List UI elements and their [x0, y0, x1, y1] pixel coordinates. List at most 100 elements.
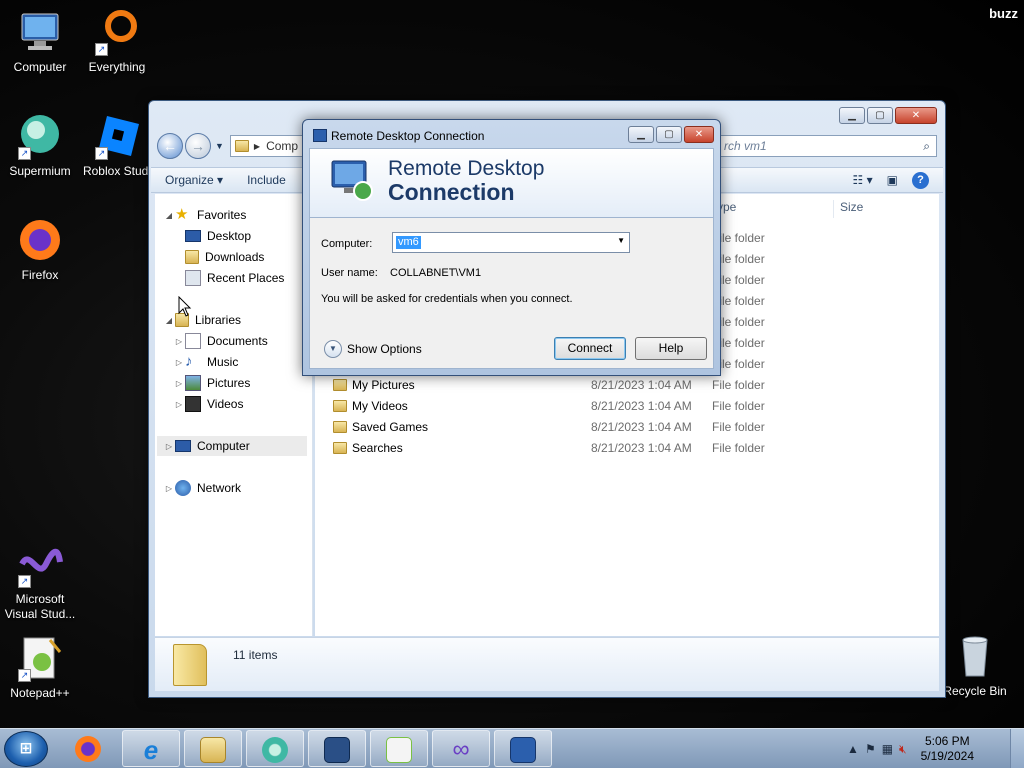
shortcut-arrow-icon: ↗ [18, 669, 31, 682]
taskbar-firefox[interactable] [60, 730, 118, 767]
shortcut-arrow-icon: ↗ [18, 575, 31, 588]
nav-label: Pictures [207, 376, 251, 390]
expand-arrow-icon[interactable]: ▷ [173, 379, 185, 388]
windows-logo-icon: ⊞ [19, 740, 33, 757]
folder-icon [333, 400, 347, 412]
remote-desktop-dialog[interactable]: Remote Desktop Connection ▁ ▢ ✕ Remote D… [302, 119, 721, 376]
desktop-icon-label: Roblox Studi [82, 164, 152, 178]
computer-icon [16, 8, 64, 56]
maximize-button[interactable]: ▢ [867, 107, 893, 124]
pictures-icon [185, 375, 201, 391]
shortcut-arrow-icon: ↗ [95, 147, 108, 160]
expand-arrow-icon[interactable]: ▷ [163, 442, 175, 451]
taskbar-notepad-plus-plus[interactable] [370, 730, 428, 767]
desktop-icon-label: Notepad++ [10, 686, 70, 700]
documents-icon [185, 333, 201, 349]
view-controls: ☷ ▾ ▣ ? [853, 171, 929, 189]
file-explorer-icon [200, 737, 226, 763]
close-button[interactable]: ✕ [895, 107, 937, 124]
search-box[interactable]: rch vm1 ⌕ [717, 135, 937, 157]
organize-button[interactable]: Organize ▾ [165, 173, 223, 187]
desktop-icon-computer[interactable]: Computer [0, 8, 80, 75]
close-button[interactable]: ✕ [684, 126, 714, 143]
table-row[interactable]: My Pictures 8/21/2023 1:04 AM File folder [333, 375, 939, 395]
column-header-size[interactable]: Size [833, 200, 863, 218]
nav-desktop[interactable]: Desktop [185, 226, 251, 246]
nav-network[interactable]: ▷ Network [163, 478, 241, 498]
expand-arrow-icon[interactable]: ▷ [173, 400, 185, 409]
desktop-icon-supermium[interactable]: ↗ Supermium [0, 112, 80, 179]
desktop-icon-firefox[interactable]: Firefox [0, 216, 80, 283]
expand-arrow-icon[interactable]: ▷ [163, 484, 175, 493]
search-icon[interactable]: ⌕ [923, 139, 930, 154]
network-status-icon[interactable]: ▦ [882, 742, 893, 756]
search-input[interactable]: rch vm1 [724, 139, 767, 153]
desktop-icon-recycle-bin[interactable]: Recycle Bin [935, 632, 1015, 699]
computer-input[interactable]: vm6 [396, 236, 421, 249]
taskbar-remote-desktop[interactable] [494, 730, 552, 767]
desktop-icon-notepad-plus-plus[interactable]: ↗ Notepad++ [0, 634, 80, 701]
table-row[interactable]: Searches 8/21/2023 1:04 AM File folder [333, 438, 939, 458]
nav-favorites[interactable]: ◢ ★ Favorites [163, 205, 246, 225]
start-button[interactable]: ⊞ [4, 731, 48, 767]
expand-arrow-icon[interactable]: ▷ [173, 358, 185, 367]
system-tray: ▲ ⚑ ▦ 🔇︎ 5:06 PM 5/19/2024 [847, 729, 974, 768]
clock[interactable]: 5:06 PM 5/19/2024 [921, 734, 974, 764]
file-type: File folder [712, 399, 765, 413]
forward-button[interactable]: → [185, 133, 211, 159]
nav-downloads[interactable]: Downloads [185, 247, 264, 267]
file-type: File folder [712, 420, 765, 434]
nav-pictures[interactable]: ▷ Pictures [173, 373, 250, 393]
table-row[interactable]: My Videos 8/21/2023 1:04 AM File folder [333, 396, 939, 416]
nav-videos[interactable]: ▷ Videos [173, 394, 243, 414]
desktop-icon-everything[interactable]: ↗ Everything [77, 8, 157, 75]
chevron-down-icon[interactable]: ▼ [617, 236, 625, 245]
notepad-plus-plus-icon: ↗ [16, 634, 64, 682]
desktop-icon-label: Microsoft Visual Stud... [4, 592, 76, 621]
desktop-icon-label: Supermium [9, 164, 71, 178]
desktop-icon-roblox-studio[interactable]: ↗ Roblox Studi [77, 112, 157, 179]
taskbar-virtualbox[interactable] [308, 730, 366, 767]
nav-libraries[interactable]: ◢ Libraries [163, 310, 241, 330]
recent-pages-chevron-icon[interactable]: ▼ [215, 141, 224, 151]
taskbar-visual-studio[interactable]: ∞ [432, 730, 490, 767]
help-button[interactable]: Help [635, 337, 707, 360]
desktop-icon-visual-studio[interactable]: ↗ Microsoft Visual Stud... [0, 540, 80, 622]
clock-time: 5:06 PM [924, 734, 970, 748]
computer-combobox[interactable]: vm6 ▼ [392, 232, 630, 253]
file-date: 8/21/2023 1:04 AM [591, 420, 692, 434]
show-desktop-button[interactable] [1010, 729, 1024, 768]
username-label: User name: [321, 267, 378, 279]
mouse-cursor-icon [178, 296, 192, 317]
back-button[interactable]: ← [157, 133, 183, 159]
dialog-body: Computer: vm6 ▼ User name: COLLABNET\VM1… [309, 218, 714, 369]
expand-arrow-icon[interactable]: ◢ [163, 211, 175, 220]
taskbar-internet-explorer[interactable]: e [122, 730, 180, 767]
include-in-library-button[interactable]: Include [247, 173, 286, 187]
expand-arrow-icon[interactable]: ◢ [163, 316, 175, 325]
table-row[interactable]: Saved Games 8/21/2023 1:04 AM File folder [333, 417, 939, 437]
nav-music[interactable]: ▷ ♪ Music [173, 352, 238, 372]
help-icon[interactable]: ? [912, 171, 929, 189]
connect-button[interactable]: Connect [554, 337, 626, 360]
show-hidden-icons-icon[interactable]: ▲ [847, 742, 859, 756]
preview-pane-icon[interactable]: ▣ [887, 173, 898, 187]
nav-label: Favorites [197, 208, 247, 222]
minimize-button[interactable]: ▁ [839, 107, 865, 124]
change-view-icon[interactable]: ☷ ▾ [853, 173, 873, 187]
nav-documents[interactable]: ▷ Documents [173, 331, 268, 351]
taskbar-file-explorer[interactable] [184, 730, 242, 767]
nav-computer[interactable]: ▷ Computer [157, 436, 307, 456]
taskbar-supermium[interactable] [246, 730, 304, 767]
minimize-button[interactable]: ▁ [628, 126, 654, 143]
show-options-link[interactable]: Show Options [347, 342, 422, 356]
file-date: 8/21/2023 1:04 AM [591, 441, 692, 455]
volume-muted-icon[interactable]: 🔇︎ [899, 742, 907, 757]
action-center-flag-icon[interactable]: ⚑ [865, 742, 876, 756]
expand-options-icon[interactable]: ▼ [324, 340, 342, 358]
breadcrumb-separator-icon: ▶ [253, 141, 261, 151]
maximize-button[interactable]: ▢ [656, 126, 682, 143]
firefox-icon [16, 216, 64, 264]
nav-recent-places[interactable]: Recent Places [185, 268, 284, 288]
expand-arrow-icon[interactable]: ▷ [173, 337, 185, 346]
